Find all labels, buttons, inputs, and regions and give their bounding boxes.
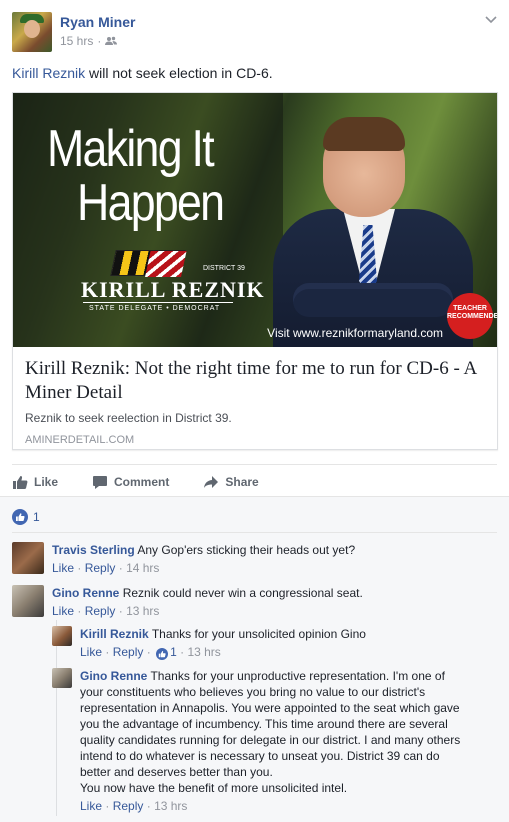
reply-text-line: Thanks for your unproductive representat… <box>150 669 445 683</box>
link-preview-card[interactable]: Making It Happen DISTRICT 39 KIRILL REZN… <box>12 92 498 450</box>
reply-reply-link[interactable]: Reply <box>113 799 144 813</box>
comment-icon <box>93 475 108 489</box>
comment-reply-link[interactable]: Reply <box>85 604 116 618</box>
author-name[interactable]: Ryan Miner <box>60 14 135 30</box>
commenter-name[interactable]: Travis Sterling <box>52 543 135 557</box>
reply-text: Thanks for your unsolicited opinion Gino <box>151 627 366 641</box>
post-header: Ryan Miner 15 hrs · <box>12 12 497 52</box>
post-actions: Like Comment Share <box>12 464 497 496</box>
comment-time[interactable]: 14 hrs <box>126 561 159 575</box>
like-reaction-icon <box>156 648 169 660</box>
reply-text-line: you the advantage of incumbency. This ti… <box>80 717 448 731</box>
comment-item: Gino Renne Reznik could never win a cong… <box>12 585 497 621</box>
comment-time[interactable]: 13 hrs <box>126 604 159 618</box>
mention-link[interactable]: Kirill Reznik <box>12 65 85 81</box>
reply-like-link[interactable]: Like <box>80 645 102 659</box>
reactions-summary[interactable]: 1 <box>12 509 40 525</box>
friends-icon[interactable] <box>105 36 118 46</box>
image-headline-line1: Making It <box>47 120 215 178</box>
teacher-recommended-badge: TEACHER RECOMMENDED <box>447 293 497 339</box>
post-message: Kirill Reznik will not seek election in … <box>12 65 273 81</box>
link-image[interactable]: Making It Happen DISTRICT 39 KIRILL REZN… <box>13 93 497 347</box>
comment-text: Reznik could never win a congressional s… <box>122 586 363 600</box>
comment-item: Travis Sterling Any Gop'ers sticking the… <box>12 542 497 578</box>
chevron-down-icon[interactable] <box>485 16 497 24</box>
comment-button[interactable]: Comment <box>92 474 169 490</box>
comment-text: Any Gop'ers sticking their heads out yet… <box>137 543 356 557</box>
thumbs-up-icon <box>13 475 28 489</box>
image-visit-url: Visit www.reznikformaryland.com <box>267 326 443 340</box>
maryland-flag-logo <box>110 250 187 277</box>
reply-text-line: better and deserves better than you. <box>80 765 273 779</box>
reply-like-link[interactable]: Like <box>80 799 102 813</box>
link-domain: AMINERDETAIL.COM <box>25 434 135 446</box>
reply-time[interactable]: 13 hrs <box>187 645 220 659</box>
share-icon <box>204 475 219 488</box>
comment-button-label: Comment <box>114 474 170 489</box>
reply-reply-link[interactable]: Reply <box>113 645 144 659</box>
reply-item: Kirill Reznik Thanks for your unsolicite… <box>52 626 497 662</box>
reply-time[interactable]: 13 hrs <box>154 799 187 813</box>
replier-name[interactable]: Gino Renne <box>80 669 147 683</box>
like-button-label: Like <box>34 474 59 489</box>
image-candidate-subtitle: STATE DELEGATE • DEMOCRAT <box>89 305 221 312</box>
reply-like-count[interactable]: 1 <box>170 645 177 659</box>
link-description: Reznik to seek reelection in District 39… <box>25 411 232 425</box>
commenter-avatar[interactable] <box>12 585 44 617</box>
reply-text-line: You now have the benefit of more unsolic… <box>80 781 348 795</box>
replier-name[interactable]: Kirill Reznik <box>80 627 149 641</box>
reply-item: Gino Renne Thanks for your unproductive … <box>52 668 497 818</box>
link-body[interactable]: Kirill Reznik: Not the right time for me… <box>13 347 497 449</box>
share-button-label: Share <box>225 474 259 489</box>
share-button[interactable]: Share <box>203 474 259 490</box>
author-avatar[interactable] <box>12 12 52 52</box>
reply-text-line: intend to do whatever is necessary to un… <box>80 749 440 763</box>
reply-text-line: representation in Annapolis. You were ap… <box>80 701 460 715</box>
post-time[interactable]: 15 hrs <box>60 34 93 48</box>
like-button[interactable]: Like <box>12 474 58 490</box>
replier-avatar[interactable] <box>52 626 72 646</box>
like-reaction-icon <box>12 509 28 525</box>
reply-text-line: quality candidates running for delegate … <box>80 733 461 747</box>
comment-like-link[interactable]: Like <box>52 604 74 618</box>
image-headline-line2: Happen <box>77 174 225 232</box>
facebook-post: Ryan Miner 15 hrs · Kirill Reznik will n… <box>0 0 509 822</box>
image-candidate-name: KIRILL REZNIK <box>81 277 265 302</box>
post-message-text: will not seek election in CD-6. <box>85 65 273 81</box>
reply-text-line: your constituents who believes you bring… <box>80 685 426 699</box>
link-title[interactable]: Kirill Reznik: Not the right time for me… <box>25 357 485 405</box>
commenter-name[interactable]: Gino Renne <box>52 586 119 600</box>
post-meta: 15 hrs · <box>60 34 118 48</box>
image-district: DISTRICT 39 <box>203 265 245 272</box>
comment-like-link[interactable]: Like <box>52 561 74 575</box>
replier-avatar[interactable] <box>52 668 72 688</box>
commenter-avatar[interactable] <box>12 542 44 574</box>
comment-reply-link[interactable]: Reply <box>85 561 116 575</box>
reaction-count: 1 <box>33 510 40 524</box>
candidate-photo <box>273 113 473 347</box>
